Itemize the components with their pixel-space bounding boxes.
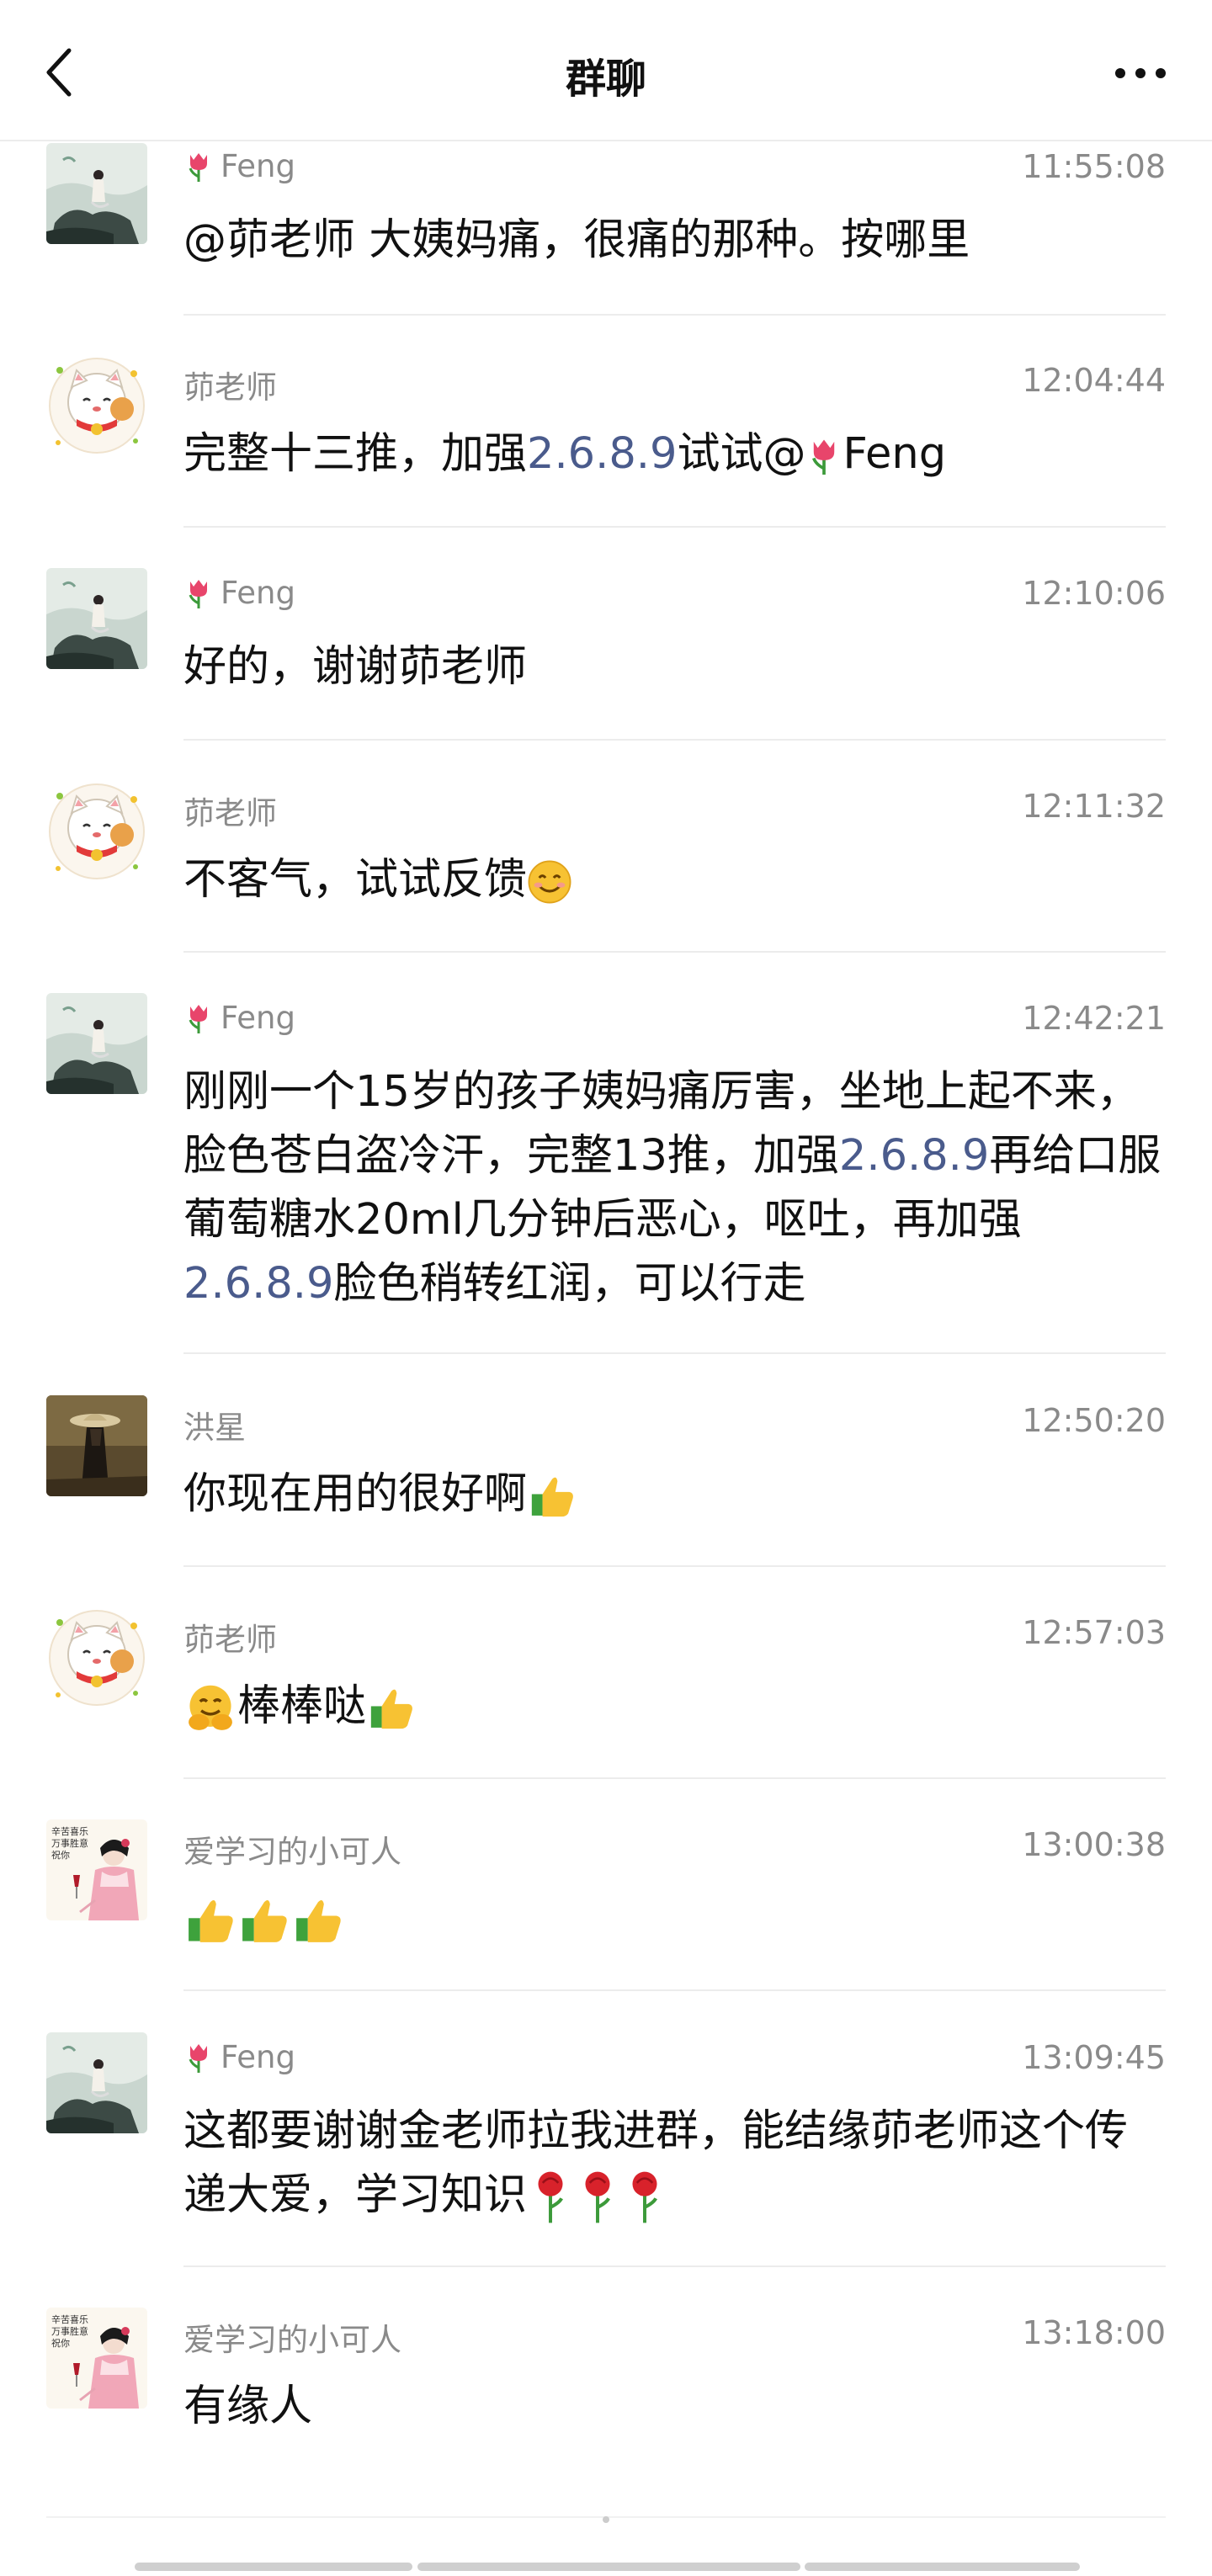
avatar[interactable] xyxy=(46,1819,147,1920)
hug-emoji-icon xyxy=(183,1683,237,1734)
rose-icon xyxy=(574,2170,621,2225)
divider xyxy=(183,1352,1166,1354)
thumbs-up-icon xyxy=(291,1895,345,1946)
avatar[interactable] xyxy=(46,993,147,1094)
thumbs-up-icon xyxy=(527,1473,577,1520)
message-time: 13:09:45 xyxy=(1022,2039,1166,2076)
more-button[interactable] xyxy=(1111,52,1170,94)
sender-name[interactable]: 爱学习的小可人 xyxy=(183,1826,401,1872)
highlight-numbers[interactable]: 2.6.8.9 xyxy=(527,429,677,479)
message-text: 刚刚一个15岁的孩子姨妈痛厉害，坐地上起不来，脸色苍白盗冷汗，完整13推，加强2… xyxy=(183,1067,1162,1309)
avatar[interactable] xyxy=(46,1395,147,1496)
message-text: 这都要谢谢金老师拉我进群，能结缘茆老师这个传递大爱，学习知识 xyxy=(183,2100,1168,2228)
message-text: 完整十三推，加强2.6.8.9试试@ Feng xyxy=(183,429,947,479)
sender-name[interactable]: 茆老师 xyxy=(183,1614,277,1660)
message-text: 你现在用的很好啊 xyxy=(183,1463,1168,1527)
chat-header: 群聊 xyxy=(0,0,1212,141)
message-time: 12:11:32 xyxy=(1022,788,1166,825)
sender-name[interactable]: Feng xyxy=(183,2039,295,2075)
divider xyxy=(183,2265,1166,2267)
divider xyxy=(183,1777,1166,1779)
bottom-scroll-segment xyxy=(417,2563,800,2571)
message-text: 有缘人 xyxy=(183,2382,313,2431)
rose-icon xyxy=(621,2170,668,2225)
divider xyxy=(183,951,1166,953)
avatar[interactable] xyxy=(46,1607,147,1708)
tulip-icon xyxy=(805,434,843,478)
bottom-scroll-segment xyxy=(135,2563,412,2571)
sender-name[interactable]: 爱学习的小可人 xyxy=(183,2314,401,2360)
message-time: 12:42:21 xyxy=(1022,1000,1166,1037)
tulip-icon xyxy=(183,1001,214,1035)
sender-name[interactable]: Feng xyxy=(183,1000,295,1036)
message-time: 11:55:08 xyxy=(1022,148,1166,185)
message-time: 13:00:38 xyxy=(1022,1826,1166,1863)
message-time: 12:57:03 xyxy=(1022,1614,1166,1651)
avatar[interactable] xyxy=(46,568,147,669)
message-time: 13:18:00 xyxy=(1022,2314,1166,2351)
divider xyxy=(183,314,1166,316)
sender-name[interactable]: Feng xyxy=(183,575,295,611)
tulip-icon xyxy=(183,2041,214,2074)
divider xyxy=(183,1565,1166,1567)
tulip-icon xyxy=(183,150,214,183)
thumbs-up-icon xyxy=(183,1895,237,1946)
avatar[interactable] xyxy=(46,781,147,882)
highlight-numbers[interactable]: 2.6.8.9 xyxy=(839,1131,989,1181)
avatar[interactable] xyxy=(46,2032,147,2133)
sender-name[interactable]: Feng xyxy=(183,148,295,184)
message-text: 好的，谢谢茆老师 xyxy=(183,642,528,692)
more-dots-icon xyxy=(1115,68,1166,78)
rose-icon xyxy=(527,2170,574,2225)
divider xyxy=(183,526,1166,528)
sender-name[interactable]: 洪星 xyxy=(183,1402,246,1447)
highlight-numbers[interactable]: 2.6.8.9 xyxy=(183,1259,333,1309)
message-time: 12:10:06 xyxy=(1022,575,1166,612)
page-title: 群聊 xyxy=(565,56,646,103)
tulip-icon xyxy=(183,576,214,610)
avatar[interactable] xyxy=(46,2308,147,2409)
sender-name[interactable]: 茆老师 xyxy=(183,362,277,407)
smile-emoji-icon xyxy=(527,859,572,905)
sender-name[interactable]: 茆老师 xyxy=(183,788,277,833)
thumbs-up-icon xyxy=(366,1685,417,1732)
avatar[interactable] xyxy=(46,143,147,244)
avatar[interactable] xyxy=(46,355,147,456)
message-text: @茆老师 大姨妈痛，很痛的那种。按哪里 xyxy=(183,215,970,265)
message-text: 不客气，试试反馈 xyxy=(183,848,1168,912)
divider xyxy=(183,739,1166,741)
message-text xyxy=(183,1887,1168,1951)
page-indicator-dot xyxy=(603,2516,609,2523)
thumbs-up-icon xyxy=(237,1895,291,1946)
message-text: 棒棒哒 xyxy=(183,1675,1168,1739)
bottom-scroll-segment xyxy=(805,2563,1080,2571)
message-time: 12:04:44 xyxy=(1022,362,1166,399)
divider xyxy=(183,1989,1166,1991)
message-time: 12:50:20 xyxy=(1022,1402,1166,1439)
